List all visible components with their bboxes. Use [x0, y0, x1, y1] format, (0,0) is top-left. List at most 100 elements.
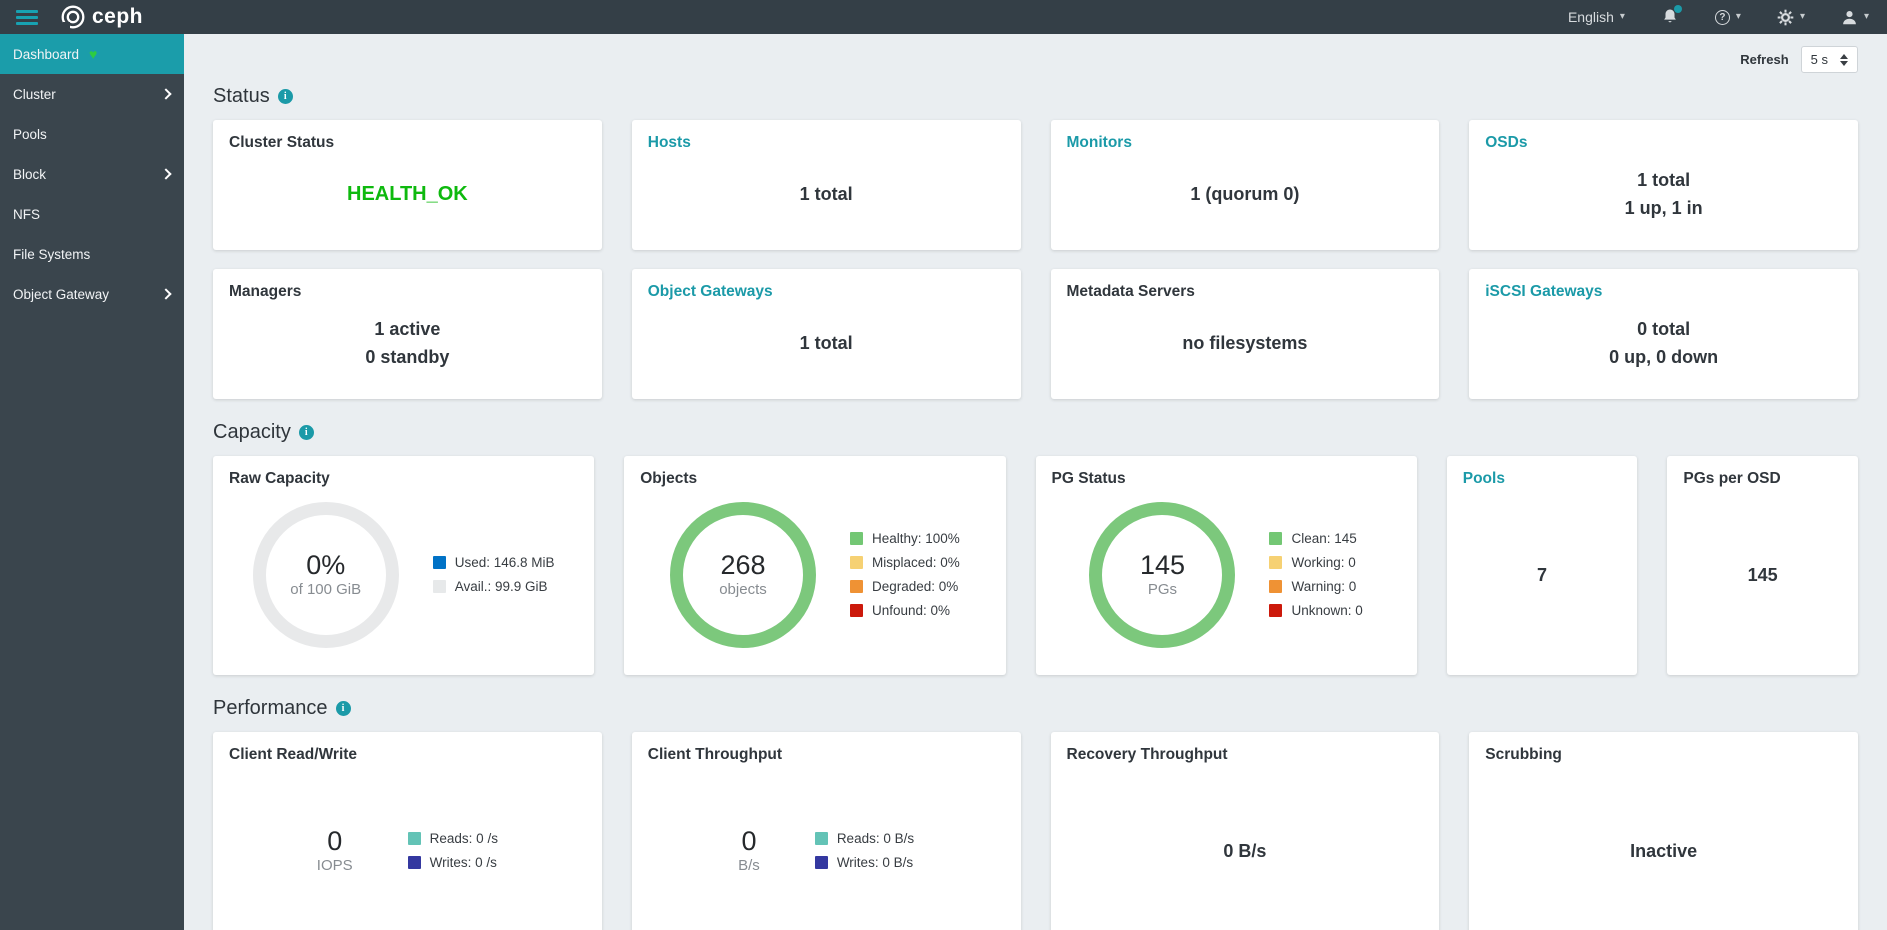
card-osds: OSDs 1 total 1 up, 1 in: [1469, 120, 1858, 250]
sidebar-item-cluster[interactable]: Cluster: [0, 74, 184, 114]
legend-swatch: [1269, 604, 1282, 617]
sidebar-item-pools[interactable]: Pools: [0, 114, 184, 154]
chevron-down-icon: ▾: [1620, 12, 1625, 22]
performance-card-grid: Client Read/Write 0 IOPS Reads: 0 /s Wri…: [213, 732, 1858, 930]
status-card-grid: Cluster Status HEALTH_OK Hosts 1 total M…: [213, 120, 1858, 399]
stepper-icon: [1840, 54, 1848, 66]
card-recovery-throughput: Recovery Throughput 0 B/s: [1051, 732, 1440, 930]
legend-label: Healthy: 100%: [872, 531, 960, 546]
legend-swatch: [1269, 580, 1282, 593]
card-pools: Pools 7: [1447, 456, 1638, 675]
card-title: Client Read/Write: [229, 746, 586, 764]
legend-swatch: [815, 832, 828, 845]
client-iops-value: 0 IOPS: [317, 827, 353, 875]
legend-swatch: [433, 556, 446, 569]
dashboard-content: Refresh 5 s Status i Cluster Status HEAL…: [184, 34, 1887, 930]
legend-swatch: [408, 856, 421, 869]
info-icon[interactable]: i: [299, 425, 314, 440]
card-pgs-per-osd: PGs per OSD 145: [1667, 456, 1858, 675]
perf-center-sub: IOPS: [317, 857, 353, 874]
legend-label: Used: 146.8 MiB: [455, 555, 555, 570]
card-hosts: Hosts 1 total: [632, 120, 1021, 250]
card-scrubbing: Scrubbing Inactive: [1469, 732, 1858, 930]
pg-status-donut-chart: 145 PGs: [1089, 502, 1235, 648]
user-icon: [1841, 9, 1858, 26]
chevron-down-icon: ▾: [1736, 12, 1741, 22]
donut-center-sub: PGs: [1148, 581, 1177, 598]
objects-donut-chart: 268 objects: [670, 502, 816, 648]
brand-name: ceph: [92, 5, 143, 29]
card-value: 1 total: [800, 180, 853, 208]
capacity-card-grid: Raw Capacity 0% of 100 GiB Used: 146.8 M…: [213, 456, 1858, 675]
chart-legend: Reads: 0 /s Writes: 0 /s: [408, 827, 498, 875]
sidebar-item-label: Object Gateway: [13, 287, 109, 302]
card-managers: Managers 1 active 0 standby: [213, 269, 602, 399]
card-title-link[interactable]: Hosts: [648, 134, 1005, 152]
card-value: 145: [1748, 561, 1778, 589]
sidebar-item-dashboard[interactable]: Dashboard ♥: [0, 34, 184, 74]
card-title: Recovery Throughput: [1067, 746, 1424, 764]
info-icon[interactable]: i: [278, 89, 293, 104]
chart-legend: Used: 146.8 MiB Avail.: 99.9 GiB: [433, 551, 555, 599]
card-title: Cluster Status: [229, 134, 586, 152]
notification-badge: [1674, 5, 1682, 13]
legend-label: Reads: 0 /s: [430, 831, 498, 846]
card-client-read-write: Client Read/Write 0 IOPS Reads: 0 /s Wri…: [213, 732, 602, 930]
legend-label: Reads: 0 B/s: [837, 831, 914, 846]
section-title-capacity: Capacity: [213, 421, 291, 444]
refresh-label: Refresh: [1740, 52, 1788, 67]
section-title-performance: Performance: [213, 697, 328, 720]
sidebar-item-nfs[interactable]: NFS: [0, 194, 184, 234]
donut-center-value: 0%: [306, 551, 345, 581]
card-title-link[interactable]: iSCSI Gateways: [1485, 283, 1842, 301]
legend-label: Unfound: 0%: [872, 603, 950, 618]
card-title: Metadata Servers: [1067, 283, 1424, 301]
sidebar-item-file-systems[interactable]: File Systems: [0, 234, 184, 274]
chevron-down-icon: ▾: [1800, 12, 1805, 22]
chart-legend: Clean: 145 Working: 0 Warning: 0 Unknown…: [1269, 527, 1362, 623]
card-title: Objects: [640, 470, 989, 488]
raw-capacity-donut-chart: 0% of 100 GiB: [253, 502, 399, 648]
gear-icon: [1777, 9, 1794, 26]
perf-center-value: 0: [317, 827, 353, 857]
legend-swatch: [850, 604, 863, 617]
legend-swatch: [850, 556, 863, 569]
notifications-button[interactable]: [1661, 8, 1679, 26]
help-dropdown[interactable]: ? ▾: [1715, 10, 1741, 25]
card-value: no filesystems: [1182, 329, 1307, 357]
card-value-line: 0 standby: [365, 343, 449, 371]
cluster-health-value: HEALTH_OK: [347, 183, 468, 206]
refresh-interval-select[interactable]: 5 s: [1801, 46, 1858, 73]
legend-swatch: [433, 580, 446, 593]
legend-swatch: [1269, 532, 1282, 545]
card-title-link[interactable]: OSDs: [1485, 134, 1842, 152]
sidebar-item-block[interactable]: Block: [0, 154, 184, 194]
card-metadata-servers: Metadata Servers no filesystems: [1051, 269, 1440, 399]
chart-legend: Healthy: 100% Misplaced: 0% Degraded: 0%…: [850, 527, 960, 623]
info-icon[interactable]: i: [336, 701, 351, 716]
sidebar-item-object-gateway[interactable]: Object Gateway: [0, 274, 184, 314]
user-dropdown[interactable]: ▾: [1841, 9, 1869, 26]
card-title-link[interactable]: Pools: [1463, 470, 1622, 488]
legend-label: Misplaced: 0%: [872, 555, 960, 570]
language-dropdown[interactable]: English ▾: [1568, 9, 1625, 25]
card-title-link[interactable]: Monitors: [1067, 134, 1424, 152]
refresh-interval-value: 5 s: [1811, 52, 1828, 67]
settings-dropdown[interactable]: ▾: [1777, 9, 1805, 26]
legend-label: Avail.: 99.9 GiB: [455, 579, 548, 594]
card-title: Raw Capacity: [229, 470, 578, 488]
sidebar-nav: Dashboard ♥ Cluster Pools Block NFS File…: [0, 34, 184, 930]
card-value-line: 0 up, 0 down: [1609, 343, 1718, 371]
menu-toggle-icon[interactable]: [10, 6, 44, 29]
card-title: PGs per OSD: [1683, 470, 1842, 488]
chevron-right-icon: [160, 88, 171, 99]
card-title: Client Throughput: [648, 746, 1005, 764]
card-raw-capacity: Raw Capacity 0% of 100 GiB Used: 146.8 M…: [213, 456, 594, 675]
card-title-link[interactable]: Object Gateways: [648, 283, 1005, 301]
donut-center-sub: of 100 GiB: [290, 581, 361, 598]
donut-center-value: 145: [1140, 551, 1185, 581]
chevron-right-icon: [160, 288, 171, 299]
legend-label: Warning: 0: [1291, 579, 1356, 594]
ceph-brand[interactable]: ceph: [60, 4, 143, 30]
card-title: Scrubbing: [1485, 746, 1842, 764]
